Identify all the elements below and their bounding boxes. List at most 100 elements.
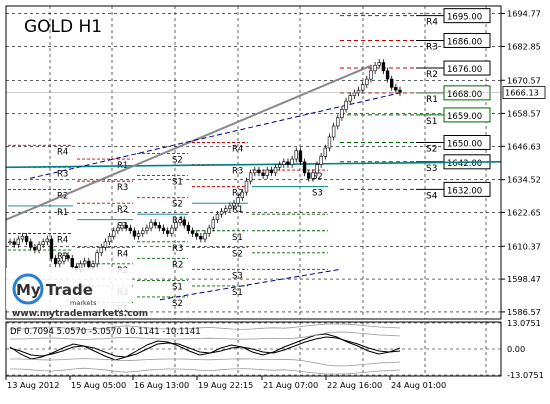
candle-body [66, 255, 70, 259]
candle-body [211, 219, 215, 229]
old-pivot-label: R3 [117, 183, 128, 193]
pivot-level-label: S2 [426, 145, 437, 155]
chart-root: R4 1695.00 R3 1686.00 R2 1676.00 R1 1668.00 S1 16… [0, 0, 550, 400]
candle-body [12, 241, 16, 245]
candle-body [145, 227, 149, 232]
candle-body [327, 136, 332, 149]
x-tick-label: 16 Aug 13:00 [134, 380, 189, 390]
watermark: My Trademarkets www.mytrademarkets.com [6, 268, 148, 319]
candle-body [224, 208, 228, 212]
candle-body [24, 235, 29, 243]
pivot-level-label: R2 [426, 70, 438, 80]
old-pivot-label: R3 [232, 167, 243, 177]
level-price-text: 1686.00 [447, 37, 482, 47]
candle-body [348, 95, 352, 102]
candle-body [319, 155, 323, 165]
watermark-brand: My Trade [16, 281, 93, 299]
level-price-text: 1676.00 [447, 65, 482, 75]
candle-body [377, 62, 381, 66]
candle-body [124, 224, 128, 229]
old-pivot-label: S3 [232, 271, 243, 281]
x-tick-label: 19 Aug 22:15 [198, 380, 253, 390]
old-pivot-label: S2 [172, 200, 183, 210]
candle-body [20, 235, 25, 240]
candle-body [103, 241, 108, 248]
candle-body [286, 161, 290, 165]
candle-body [244, 180, 249, 193]
candle-body [311, 172, 315, 179]
candle-body [373, 64, 377, 72]
candle-body [53, 258, 58, 265]
pivot-level-label: S1 [426, 117, 437, 127]
candle-body [16, 238, 20, 245]
x-tick-label: 13 Aug 2012 [7, 380, 59, 390]
candle-body [240, 191, 245, 198]
level-price-text: 1632.00 [447, 186, 482, 196]
candle-body [390, 78, 394, 88]
old-pivot-label: R4 [57, 147, 68, 157]
candle-body [269, 169, 274, 174]
candle-body [323, 147, 328, 157]
candle-body [37, 244, 41, 251]
candle-body [91, 263, 95, 267]
osc-y-label: 13.0751 [507, 318, 541, 328]
candle-body [8, 241, 12, 244]
level-price-text: 1650.00 [447, 140, 482, 150]
candle-body [95, 252, 99, 265]
old-pivot-label: S1 [232, 233, 243, 243]
candle-body [228, 205, 232, 209]
level-price-text: 1642.00 [447, 159, 482, 169]
y-tick-label: 1610.37 [507, 241, 541, 251]
candle-body [99, 246, 103, 254]
candle-body [294, 150, 298, 160]
current-price-text: 1666.13 [505, 88, 539, 98]
candle-body [257, 169, 261, 174]
candle-body [394, 87, 398, 91]
candle-body [120, 224, 124, 229]
candle-body [141, 230, 145, 234]
candle-body [70, 258, 74, 267]
y-tick-label: 1670.57 [507, 75, 541, 85]
watermark-brand-sub: markets [70, 299, 97, 307]
pivot-level-label: S4 [426, 191, 438, 201]
candle-body [236, 197, 240, 204]
candle-body [261, 172, 265, 176]
y-tick-label: 1634.52 [507, 175, 541, 185]
candle-body [45, 238, 50, 243]
candle-body [307, 172, 311, 179]
old-pivot-label: R1 [57, 208, 68, 218]
candle-body [136, 233, 141, 237]
old-pivot-label: R4 [232, 145, 243, 155]
candle-body [248, 172, 253, 182]
candle-body [195, 233, 199, 237]
x-tick-label: 15 Aug 05:00 [71, 380, 126, 390]
candle-body [116, 227, 120, 232]
candle-body [219, 211, 224, 215]
candle-body [385, 70, 390, 80]
candle-body [82, 260, 87, 265]
candle-body [360, 84, 365, 91]
candle-body [365, 78, 369, 85]
x-tick-label: 24 Aug 01:00 [391, 380, 446, 390]
watermark-url: www.mytrademarkets.com [12, 309, 148, 319]
candle-body [128, 227, 133, 232]
candle-body [161, 227, 166, 232]
y-tick-label: 1682.85 [507, 41, 541, 51]
candle-body [381, 62, 386, 72]
candle-body [41, 241, 45, 245]
candle-body [253, 169, 257, 174]
candle-body [282, 161, 286, 165]
candle-body [49, 238, 54, 259]
candle-body [186, 224, 191, 232]
candle-body [265, 169, 269, 176]
old-pivot-label: R3 [172, 244, 183, 254]
candle-body [178, 219, 182, 223]
level-price-text: 1695.00 [447, 13, 482, 23]
y-tick-label: 1622.65 [507, 207, 541, 217]
y-tick-label: 1598.47 [507, 274, 541, 284]
candle-body [232, 202, 236, 207]
candle-body [58, 260, 62, 265]
old-pivot-label: R4 [57, 236, 68, 246]
old-pivot-label: S2 [232, 249, 243, 259]
chart-background [0, 0, 550, 400]
